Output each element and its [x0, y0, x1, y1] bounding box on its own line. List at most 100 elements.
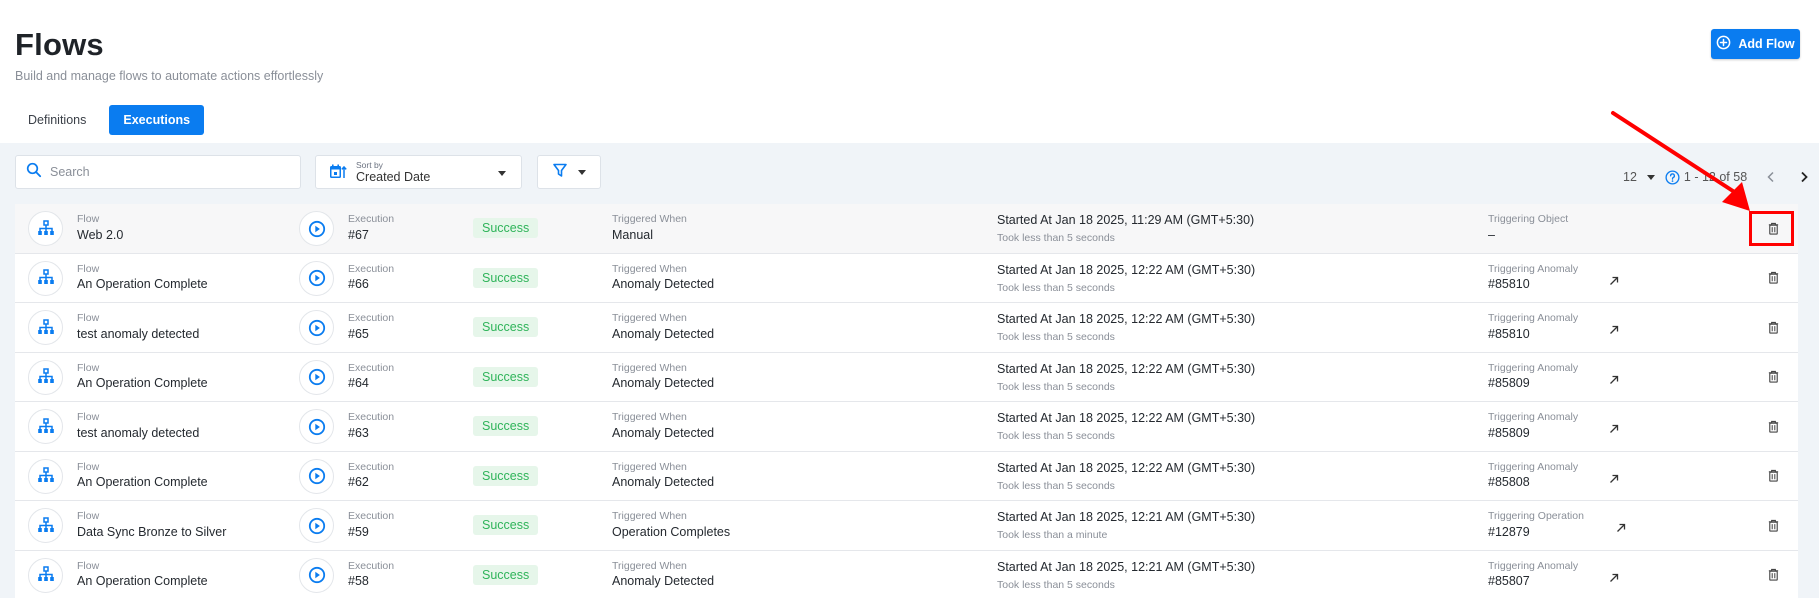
arrow-up-right-icon — [1610, 276, 1619, 285]
flow-name[interactable]: Web 2.0 — [77, 228, 123, 243]
duration: Took less than 5 seconds — [997, 281, 1115, 294]
trigger-label: Triggered When — [612, 361, 687, 374]
run-execution-button[interactable] — [299, 359, 334, 395]
flow-label: Flow — [77, 262, 100, 275]
run-execution-button[interactable] — [299, 557, 334, 593]
execution-label: Execution — [348, 559, 395, 572]
flow-icon-badge — [28, 458, 63, 494]
open-triggering-object-link[interactable] — [1608, 274, 1620, 286]
next-page-button[interactable] — [1796, 169, 1812, 185]
search-box[interactable] — [15, 155, 301, 189]
execution-row[interactable]: Flow An Operation Complete Execution #64… — [15, 352, 1798, 402]
started-at: Started At Jan 18 2025, 12:22 AM (GMT+5:… — [997, 312, 1256, 326]
help-circle-icon[interactable] — [1665, 169, 1680, 185]
chevron-right-icon — [1801, 171, 1808, 183]
flow-icon-badge — [28, 359, 63, 395]
open-triggering-object-link[interactable] — [1608, 571, 1620, 583]
execution-row[interactable]: Flow An Operation Complete Execution #58… — [15, 550, 1798, 598]
open-triggering-object-link[interactable] — [1615, 521, 1627, 533]
execution-row[interactable]: Flow Web 2.0 Execution #67 Success Trigg… — [15, 204, 1798, 254]
triggering-object-label: Triggering Operation — [1488, 510, 1584, 522]
execution-label: Execution — [348, 510, 395, 522]
delete-execution-button[interactable] — [1766, 271, 1780, 285]
trash-icon — [1768, 519, 1778, 532]
triggering-object-cell: Triggering Anomaly #85808 — [1488, 461, 1578, 491]
open-triggering-object-link[interactable] — [1608, 422, 1620, 434]
flow-cell: Flow Web 2.0 — [77, 213, 123, 243]
add-flow-button[interactable]: Add Flow — [1711, 29, 1800, 59]
flow-name[interactable]: An Operation Complete — [77, 277, 208, 292]
play-circle-icon — [308, 368, 325, 386]
flow-name[interactable]: Data Sync Bronze to Silver — [77, 525, 226, 540]
add-flow-label: Add Flow — [1738, 37, 1795, 51]
started-cell: Started At Jan 18 2025, 12:22 AM (GMT+5:… — [997, 411, 1255, 443]
prev-page-button[interactable] — [1763, 169, 1779, 185]
filter-icon — [552, 162, 568, 183]
duration: Took less than 5 seconds — [997, 232, 1115, 244]
sort-text: Sort by Created Date — [356, 160, 430, 184]
execution-label: Execution — [348, 460, 395, 473]
page-size-select[interactable]: 12 — [1623, 170, 1655, 184]
filter-dropdown[interactable] — [537, 155, 601, 189]
flow-label: Flow — [77, 510, 100, 522]
run-execution-button[interactable] — [299, 211, 334, 246]
open-triggering-object-link[interactable] — [1608, 373, 1620, 385]
open-triggering-object-link[interactable] — [1608, 323, 1620, 335]
delete-execution-button[interactable] — [1766, 370, 1780, 384]
execution-row[interactable]: Flow Data Sync Bronze to Silver Executio… — [15, 501, 1798, 551]
sitemap-icon — [37, 219, 54, 235]
delete-execution-button[interactable] — [1766, 469, 1780, 483]
delete-execution-button[interactable] — [1766, 419, 1780, 433]
search-input[interactable] — [50, 165, 280, 179]
delete-execution-button[interactable] — [1766, 568, 1780, 582]
flow-label: Flow — [77, 559, 100, 572]
duration: Took less than 5 seconds — [997, 331, 1115, 343]
execution-id: #65 — [348, 326, 369, 341]
page-header: Flows Build and manage flows to automate… — [0, 0, 1819, 143]
caret-down-icon — [1646, 174, 1655, 180]
execution-row[interactable]: Flow An Operation Complete Execution #62… — [15, 451, 1798, 501]
execution-row[interactable]: Flow An Operation Complete Execution #66… — [15, 253, 1798, 303]
trash-icon — [1768, 321, 1778, 334]
triggering-object-label: Triggering Anomaly — [1488, 411, 1579, 423]
execution-row[interactable]: Flow test anomaly detected Execution #63… — [15, 402, 1798, 452]
flow-icon-badge — [28, 211, 63, 246]
flow-name[interactable]: An Operation Complete — [77, 574, 208, 589]
run-execution-button[interactable] — [299, 409, 334, 444]
run-execution-button[interactable] — [299, 508, 334, 543]
flow-name[interactable]: test anomaly detected — [77, 426, 199, 441]
status-badge: Success — [473, 465, 539, 486]
execution-row[interactable]: Flow test anomaly detected Execution #65… — [15, 303, 1798, 353]
flow-name[interactable]: An Operation Complete — [77, 475, 208, 490]
sort-dropdown[interactable]: Sort by Created Date — [315, 155, 522, 189]
trigger-cell: Triggered When Anomaly Detected — [612, 312, 714, 342]
tab-definitions[interactable]: Definitions — [15, 105, 99, 135]
trigger-cell: Triggered When Anomaly Detected — [612, 560, 714, 590]
calendar-sort-icon — [329, 163, 347, 181]
triggering-object-value: #85809 — [1488, 425, 1530, 440]
flow-cell: Flow Data Sync Bronze to Silver — [77, 510, 226, 540]
arrow-up-right-icon — [1610, 474, 1619, 483]
triggering-object-label: Triggering Anomaly — [1488, 460, 1579, 473]
flow-cell: Flow An Operation Complete — [77, 263, 208, 293]
flow-name[interactable]: An Operation Complete — [77, 376, 208, 391]
flow-name[interactable]: test anomaly detected — [77, 327, 199, 342]
play-circle-icon — [308, 220, 325, 237]
execution-label: Execution — [348, 262, 395, 275]
tab-executions[interactable]: Executions — [109, 105, 205, 135]
delete-execution-button[interactable] — [1766, 320, 1780, 334]
trigger-label: Triggered When — [612, 411, 687, 423]
run-execution-button[interactable] — [299, 310, 334, 345]
execution-label: Execution — [348, 361, 395, 374]
status-badge: Success — [473, 317, 539, 337]
run-execution-button[interactable] — [299, 458, 334, 494]
open-triggering-object-link[interactable] — [1608, 472, 1620, 484]
arrow-up-right-icon — [1610, 573, 1619, 582]
run-execution-button[interactable] — [299, 260, 334, 296]
sitemap-icon — [37, 417, 54, 433]
flow-icon-badge — [28, 260, 63, 296]
page-title: Flows — [15, 27, 104, 62]
delete-execution-button[interactable] — [1766, 221, 1780, 235]
status-badge: Success — [473, 267, 539, 288]
delete-execution-button[interactable] — [1766, 518, 1780, 532]
